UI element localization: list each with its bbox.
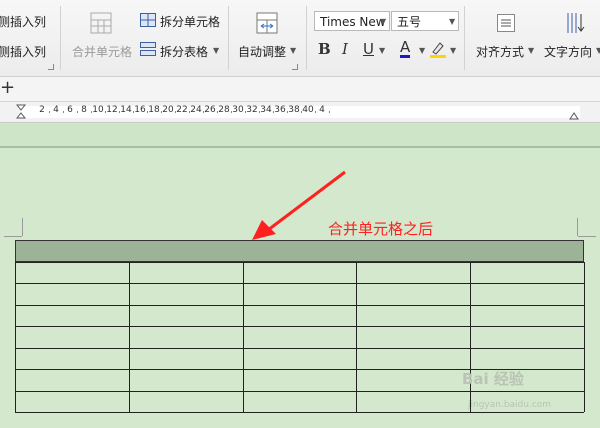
font-name-value: Times New [320,15,386,29]
page-header-band [0,124,600,148]
group-launcher-icon[interactable] [292,64,298,70]
separator [228,6,229,70]
chevron-down-icon[interactable]: ▼ [213,46,219,55]
split-cells-icon [140,13,156,27]
insert-right-column-button[interactable]: 右侧插入列 [0,43,46,60]
horizontal-ruler[interactable]: 2 4 6 8 10 12 14 16 18 20 22 24 26 28 30 32 34 36 38 40 4 [0,102,600,123]
italic-button[interactable]: I [342,40,348,58]
add-tab-button[interactable]: + [0,77,15,99]
margin-corner-mark [22,218,23,236]
right-indent-marker-icon[interactable] [569,111,579,120]
font-color-button[interactable]: A [400,40,411,58]
watermark-url: jingyan.baidu.com [468,400,552,410]
align-button[interactable]: 对齐方式 [476,43,524,60]
merged-cell-row[interactable] [15,240,584,262]
align-icon [497,14,515,32]
merge-cells-button[interactable]: 合并单元格 [72,43,132,60]
auto-fit-button[interactable]: 自动调整 [238,43,286,60]
insert-left-column-button[interactable]: 左侧插入列 [0,13,46,30]
margin-corner-mark [4,236,22,237]
separator [464,6,465,70]
document-tab-bar: + [0,77,600,102]
margin-corner-mark [578,236,596,237]
underline-button[interactable]: U [363,40,374,58]
highlight-icon[interactable] [430,40,446,58]
margin-corner-mark [577,218,578,236]
separator [306,6,307,70]
ribbon-toolbar: 左侧插入列 右侧插入列 合并单元格 拆分单元格 拆分表格 ▼ 自动调整 ▼ Ti… [0,0,600,77]
font-name-select[interactable]: Times New [314,11,390,31]
text-direction-button[interactable]: 文字方向 [544,43,592,60]
chevron-down-icon[interactable]: ▼ [450,46,456,55]
bold-button[interactable]: B [318,40,331,58]
ruler-tick-label: 4 [319,105,325,115]
chevron-down-icon[interactable]: ▼ [449,17,455,26]
chevron-down-icon[interactable]: ▼ [528,46,534,55]
text-direction-icon [566,12,586,34]
left-indent-marker-icon[interactable] [16,104,26,120]
chevron-down-icon[interactable]: ▼ [380,17,386,26]
chevron-down-icon[interactable]: ▼ [379,46,385,55]
auto-fit-icon [256,12,278,34]
watermark-logo: Bai 经验 [462,370,524,388]
chevron-down-icon[interactable]: ▼ [419,46,425,55]
split-cells-button[interactable]: 拆分单元格 [160,13,220,30]
ruler-tick-mark [329,111,330,113]
chevron-down-icon[interactable]: ▼ [290,46,296,55]
separator [60,6,61,70]
group-launcher-icon[interactable] [48,64,54,70]
split-table-icon [140,42,156,56]
annotation-label: 合并单元格之后 [328,220,434,238]
font-size-value: 五号 [397,15,422,29]
chevron-down-icon[interactable]: ▼ [596,46,600,55]
split-table-button[interactable]: 拆分表格 [160,43,208,60]
merge-cells-icon [90,12,112,34]
